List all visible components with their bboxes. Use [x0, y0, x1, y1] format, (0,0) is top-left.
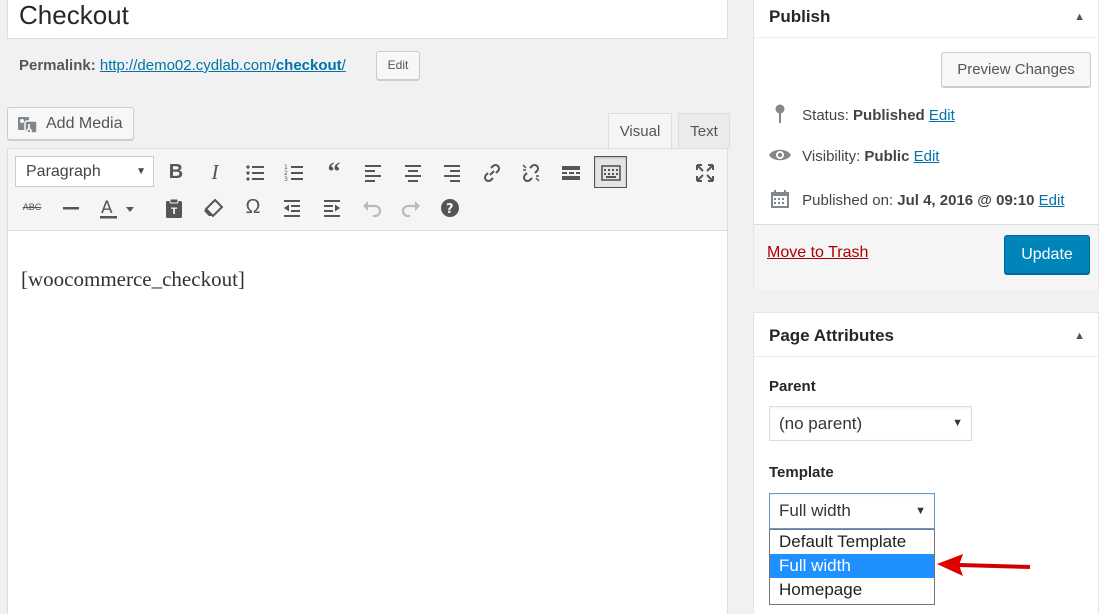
template-option-highlighted[interactable]: Full width — [770, 554, 934, 578]
editor-toolbar: Paragraph ▼ B I 123 “ ABC A T Ω ? — [8, 149, 727, 231]
status-row: Status: Published Edit — [767, 104, 955, 128]
numbered-list-icon[interactable]: 123 — [279, 157, 309, 187]
permalink-link[interactable]: http://demo02.cydlab.com/checkout/ — [100, 57, 346, 74]
permalink-trailing: / — [341, 57, 346, 74]
permalink-slug: checkout — [275, 57, 342, 74]
published-on-row: Published on: Jul 4, 2016 @ 09:10 Edit — [767, 189, 1065, 213]
template-dropdown-list: Default Template Full width Homepage — [769, 529, 935, 605]
chevron-down-icon: ▼ — [952, 417, 963, 429]
template-select-value: Full width — [779, 501, 851, 520]
pin-icon — [767, 104, 793, 128]
fullscreen-icon[interactable] — [690, 157, 720, 187]
divider — [754, 37, 1098, 38]
toolbar-toggle-icon[interactable] — [594, 156, 627, 188]
redo-icon[interactable] — [396, 192, 426, 222]
bold-icon[interactable]: B — [161, 157, 191, 187]
italic-icon[interactable]: I — [200, 157, 230, 187]
permalink: Permalink: http://demo02.cydlab.com/chec… — [19, 57, 346, 74]
editor-content[interactable]: [woocommerce_checkout] — [21, 267, 245, 292]
parent-select[interactable]: (no parent) ▼ — [769, 406, 972, 441]
align-left-icon[interactable] — [358, 157, 388, 187]
status-label: Status: — [802, 106, 849, 124]
format-select-value: Paragraph — [26, 163, 101, 180]
post-title: Checkout — [19, 0, 129, 30]
preview-changes-button[interactable]: Preview Changes — [941, 52, 1091, 87]
collapse-arrow-icon[interactable]: ▲ — [1074, 11, 1085, 23]
template-select[interactable]: Full width ▼ — [769, 493, 935, 529]
parent-label: Parent — [769, 378, 816, 395]
svg-text:T: T — [171, 207, 178, 217]
align-center-icon[interactable] — [398, 157, 428, 187]
horizontal-line-icon[interactable] — [56, 192, 86, 222]
visibility-row: Visibility: Public Edit — [767, 147, 939, 167]
template-option[interactable]: Homepage — [770, 578, 934, 602]
divider — [754, 356, 1098, 357]
unlink-icon[interactable] — [516, 157, 546, 187]
svg-text:A: A — [101, 198, 113, 218]
visibility-edit-link[interactable]: Edit — [914, 148, 940, 165]
publish-actions: Move to Trash Update — [754, 224, 1098, 290]
eye-icon — [767, 147, 793, 167]
chevron-down-icon: ▼ — [915, 505, 926, 517]
content-editor[interactable]: Paragraph ▼ B I 123 “ ABC A T Ω ? [wooco… — [7, 148, 728, 614]
post-title-input[interactable]: Checkout — [7, 0, 728, 39]
indent-icon[interactable] — [317, 192, 347, 222]
outdent-icon[interactable] — [277, 192, 307, 222]
publish-box: Publish ▲ Preview Changes Status: Publis… — [753, 0, 1099, 290]
move-to-trash-link[interactable]: Move to Trash — [767, 244, 868, 262]
add-media-button[interactable]: Add Media — [7, 107, 134, 140]
update-button[interactable]: Update — [1004, 235, 1090, 274]
svg-text:?: ? — [446, 202, 454, 217]
text-color-icon[interactable]: A — [96, 192, 140, 222]
visibility-value: Public — [864, 147, 910, 165]
template-option[interactable]: Default Template — [770, 530, 934, 554]
permalink-label: Permalink: — [19, 57, 96, 74]
published-value: Jul 4, 2016 @ 09:10 — [897, 191, 1035, 209]
permalink-url: http://demo02.cydlab.com/ — [99, 57, 276, 74]
parent-select-value: (no parent) — [779, 414, 863, 433]
tab-text[interactable]: Text — [678, 113, 730, 149]
status-edit-link[interactable]: Edit — [929, 107, 955, 124]
page-attributes-title: Page Attributes — [769, 326, 895, 345]
special-character-icon[interactable]: Ω — [238, 192, 268, 222]
strikethrough-icon[interactable]: ABC — [17, 192, 47, 222]
bullet-list-icon[interactable] — [240, 157, 270, 187]
format-select[interactable]: Paragraph ▼ — [15, 156, 154, 187]
clear-formatting-icon[interactable] — [198, 192, 228, 222]
link-icon[interactable] — [477, 157, 507, 187]
align-right-icon[interactable] — [437, 157, 467, 187]
collapse-arrow-icon[interactable]: ▲ — [1074, 330, 1085, 342]
status-value: Published — [853, 106, 925, 124]
chevron-down-icon: ▼ — [136, 166, 146, 177]
tab-visual[interactable]: Visual — [608, 113, 672, 149]
permalink-edit-button[interactable]: Edit — [376, 51, 420, 80]
blockquote-icon[interactable]: “ — [319, 157, 349, 187]
add-media-label: Add Media — [46, 115, 123, 132]
undo-icon[interactable] — [357, 192, 387, 222]
calendar-icon — [767, 189, 793, 213]
red-arrow-annotation — [937, 554, 1031, 576]
published-label: Published on: — [802, 191, 894, 209]
paste-text-icon[interactable]: T — [159, 192, 189, 222]
template-label: Template — [769, 464, 834, 481]
svg-text:3: 3 — [284, 176, 288, 183]
read-more-icon[interactable] — [556, 157, 586, 187]
media-icon — [17, 115, 39, 146]
publish-title: Publish — [769, 7, 831, 26]
visibility-label: Visibility: — [802, 147, 861, 165]
published-edit-link[interactable]: Edit — [1039, 192, 1065, 209]
help-icon[interactable]: ? — [435, 192, 465, 222]
